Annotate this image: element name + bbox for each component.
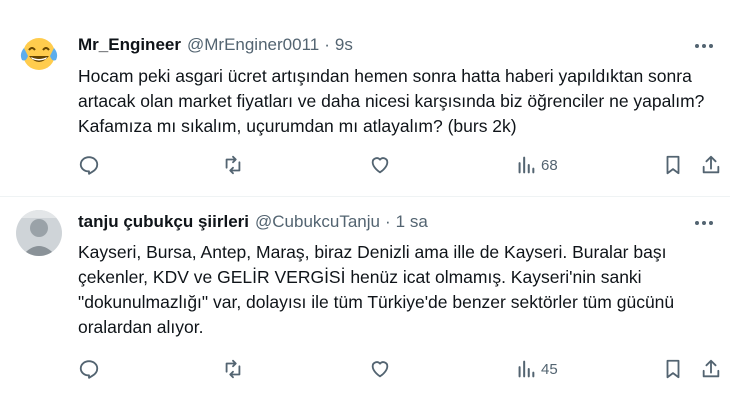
separator: ·	[385, 212, 391, 231]
heart-icon	[371, 361, 389, 378]
avatar[interactable]	[16, 210, 62, 256]
tweet-text: Kayseri, Bursa, Antep, Maraş, biraz Deni…	[78, 242, 675, 337]
bookmark-button[interactable]	[662, 354, 684, 384]
share-icon	[702, 359, 720, 378]
views-button[interactable]: 45	[515, 354, 558, 384]
share-button[interactable]	[700, 354, 722, 384]
tweet-actions: 68	[70, 150, 730, 180]
display-name[interactable]: Mr_Engineer	[78, 35, 181, 55]
tweet-header: Mr_Engineer @MrEnginer0011 · 9s	[78, 35, 353, 55]
more-options-button[interactable]	[690, 213, 718, 233]
user-handle[interactable]: @CubukcuTanju	[255, 212, 380, 232]
tweet-actions: 45	[70, 354, 730, 384]
timestamp[interactable]: 9s	[335, 35, 353, 55]
retweet-button[interactable]	[222, 354, 244, 384]
bookmark-icon	[666, 155, 680, 175]
views-count: 45	[541, 360, 558, 378]
like-button[interactable]	[369, 354, 391, 384]
photo-avatar-icon	[16, 210, 62, 256]
views-count: 68	[541, 156, 558, 174]
share-icon	[702, 155, 720, 174]
like-button[interactable]	[369, 150, 391, 180]
ellipsis-icon	[695, 44, 713, 48]
reply-icon	[79, 156, 99, 175]
reply-icon	[79, 360, 99, 379]
reply-button[interactable]	[78, 354, 100, 384]
avatar[interactable]	[16, 30, 62, 76]
separator: ·	[324, 35, 330, 54]
timestamp[interactable]: 1 sa	[396, 212, 428, 232]
display-name[interactable]: tanju çubukçu şiirleri	[78, 212, 249, 232]
more-options-button[interactable]	[690, 36, 718, 56]
reply-button[interactable]	[78, 150, 100, 180]
analytics-bars-icon	[518, 156, 535, 174]
tweet-text: Hocam peki asgari ücret artışından hemen…	[78, 66, 705, 136]
tweet-header: tanju çubukçu şiirleri @CubukcuTanju · 1…	[78, 212, 428, 232]
tweet-divider	[0, 196, 730, 197]
views-button[interactable]: 68	[515, 150, 558, 180]
laughing-crying-emoji-icon	[16, 30, 62, 76]
user-handle[interactable]: @MrEnginer0011	[187, 35, 319, 55]
tweet-feed: Mr_Engineer @MrEnginer0011 · 9s Hocam pe…	[0, 0, 730, 420]
bookmark-icon	[666, 359, 680, 379]
tweet[interactable]: Mr_Engineer @MrEnginer0011 · 9s Hocam pe…	[0, 0, 730, 196]
heart-icon	[371, 157, 389, 174]
ellipsis-icon	[695, 221, 713, 225]
share-button[interactable]	[700, 150, 722, 180]
retweet-icon	[225, 155, 241, 175]
analytics-bars-icon	[518, 360, 535, 378]
retweet-button[interactable]	[222, 150, 244, 180]
retweet-icon	[225, 359, 241, 379]
bookmark-button[interactable]	[662, 150, 684, 180]
